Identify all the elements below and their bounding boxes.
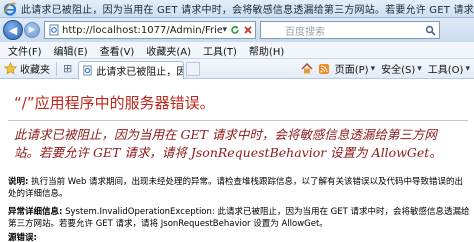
safety-menu[interactable]: 安全(S) ▾ <box>381 61 422 77</box>
menu-bar: 文件(F) 编辑(E) 查看(V) 收藏夹(A) 工具(T) 帮助(H) <box>0 42 474 59</box>
stop-icon[interactable] <box>243 25 253 35</box>
exception-label: 异常详细信息: <box>8 207 63 217</box>
page-icon <box>83 64 92 76</box>
refresh-icon[interactable] <box>230 25 240 35</box>
tab-title: 此请求已被阻止，因为当... <box>96 66 183 78</box>
address-input[interactable]: http://localhost:1077/Admin/Friend <box>62 25 222 36</box>
tab-active[interactable]: 此请求已被阻止，因为当... <box>78 60 185 79</box>
command-bar: 页面(P) ▾ 安全(S) ▾ 工具(O) ▾ <box>301 61 470 76</box>
menu-file[interactable]: 文件(F) <box>0 43 48 58</box>
forward-button[interactable]: ▶ <box>24 22 40 38</box>
home-icon[interactable] <box>301 63 313 74</box>
quick-tabs-icon[interactable]: ⊞ <box>63 62 72 75</box>
error-description: 说明: 执行当前 Web 请求期间，出现未经处理的异常。请检查堆栈跟踪信息，以了… <box>8 176 470 200</box>
search-placeholder: 百度搜索 <box>285 26 325 38</box>
back-button[interactable]: ◀ <box>3 20 23 40</box>
menu-tools[interactable]: 工具(T) <box>197 43 243 58</box>
page-title: “/”应用程序中的服务器错误。 <box>14 94 215 112</box>
star-icon[interactable] <box>4 62 17 75</box>
new-tab-button[interactable] <box>186 61 201 76</box>
page-icon <box>49 24 59 36</box>
safety-menu-label: 安全(S) <box>381 65 416 76</box>
favorites-button[interactable]: 收藏夹 <box>20 61 50 76</box>
chevron-down-icon: ▾ <box>465 63 470 74</box>
menu-favorites[interactable]: 收藏夹(A) <box>140 43 197 58</box>
exception-text: System.InvalidOperationException: 此请求已被阻… <box>8 207 470 229</box>
tools-menu[interactable]: 工具(O) ▾ <box>427 61 470 77</box>
arrow-left-icon: ◀ <box>8 23 18 37</box>
divider <box>8 120 468 121</box>
source-label: 源错误: <box>8 233 37 242</box>
source-error: 源错误: <box>8 232 470 242</box>
page-content: “/”应用程序中的服务器错误。 此请求已被阻止，因为当用在 GET 请求中时，会… <box>0 80 474 242</box>
search-box[interactable]: 百度搜索 <box>260 21 440 39</box>
ie-logo-icon <box>3 1 17 16</box>
window-title: 此请求已被阻止，因为当用在 GET 请求中时，会将敏感信息透漏给第三方网站。若要… <box>21 5 474 16</box>
favorites-bar: 收藏夹 ⊞ 此请求已被阻止，因为当... 页面(P)▾ 安全(S)▾ 工具(O)… <box>0 59 474 79</box>
description-text: 执行当前 Web 请求期间，出现未经处理的异常。请检查堆栈跟踪信息，以了解有关该… <box>8 177 464 199</box>
exception-details: 异常详细信息: System.InvalidOperationException… <box>8 206 470 230</box>
search-icon[interactable] <box>425 25 436 36</box>
toolbar-divider <box>56 61 57 76</box>
tools-menu-label: 工具(O) <box>427 65 464 76</box>
title-bar: 此请求已被阻止，因为当用在 GET 请求中时，会将敏感信息透漏给第三方网站。若要… <box>0 0 474 18</box>
menu-help[interactable]: 帮助(H) <box>243 43 290 58</box>
page-menu-label: 页面(P) <box>334 65 369 76</box>
feeds-icon[interactable] <box>318 63 329 74</box>
address-bar[interactable]: http://localhost:1077/Admin/Friend ▾ <box>44 21 256 39</box>
arrow-right-icon: ▶ <box>28 25 36 35</box>
chevron-down-icon: ▾ <box>370 63 376 74</box>
address-toolbar: ◀ ▶ http://localhost:1077/Admin/Friend ▾… <box>0 18 474 42</box>
dropdown-icon[interactable]: ▾ <box>222 25 227 35</box>
error-message: 此请求已被阻止，因为当用在 GET 请求中时，会将敏感信息透漏给第三方网站。若要… <box>14 127 442 160</box>
menu-view[interactable]: 查看(V) <box>94 43 141 58</box>
menu-edit[interactable]: 编辑(E) <box>48 43 94 58</box>
chevron-down-icon: ▾ <box>417 63 422 74</box>
page-menu[interactable]: 页面(P) ▾ <box>334 61 376 77</box>
description-label: 说明: <box>8 177 29 187</box>
